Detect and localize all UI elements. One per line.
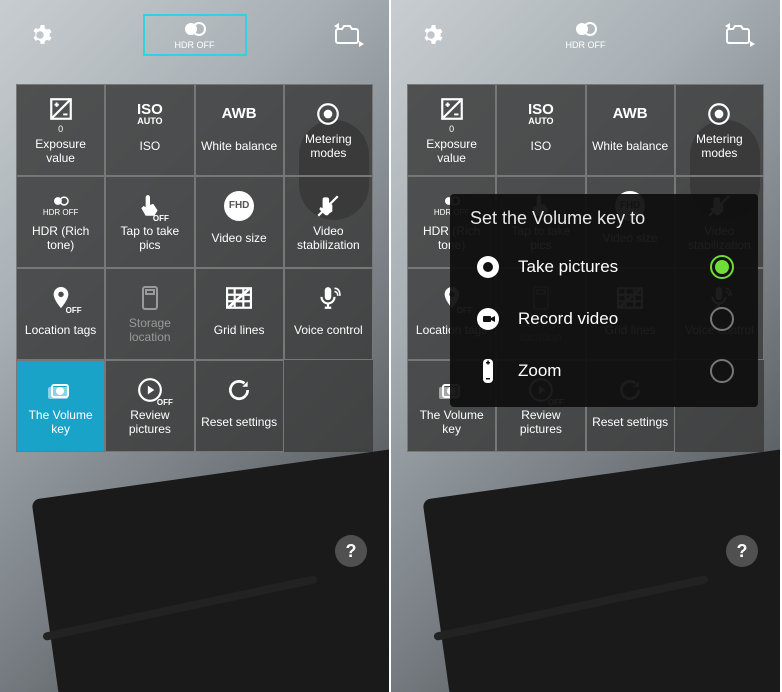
- iso-icon: ISO AUTO: [528, 99, 554, 129]
- awb-icon: AWB: [222, 99, 257, 129]
- awb-icon: AWB: [613, 99, 648, 129]
- voice-label: Voice control: [294, 317, 363, 345]
- storage-icon: [140, 283, 160, 313]
- review-icon: OFF: [137, 375, 163, 405]
- exposure-icon: [48, 94, 74, 124]
- volume-key-label: The Volume key: [412, 409, 491, 437]
- cell-grid-lines[interactable]: Grid lines: [195, 268, 284, 360]
- bg-laptop: [31, 447, 391, 692]
- bg-laptop: [422, 447, 782, 692]
- video-size-icon: FHD: [224, 191, 254, 221]
- zoom-icon: [474, 357, 502, 385]
- stabilization-icon: [314, 191, 342, 221]
- right-screenshot: HDR OFF 0 Exposure value ISO AUTO ISO AW…: [391, 0, 782, 692]
- settings-icon[interactable]: [411, 15, 451, 55]
- settings-grid: 0 Exposure value ISO AUTO ISO AWB White …: [16, 84, 373, 452]
- iso-label: ISO: [140, 133, 161, 161]
- hdr-toggle[interactable]: HDR OFF: [143, 14, 247, 56]
- cell-iso[interactable]: ISO AUTO ISO: [496, 84, 585, 176]
- iso-icon: ISO AUTO: [137, 99, 163, 129]
- hdr-label: HDR OFF: [566, 40, 606, 50]
- exposure-sub: 0: [449, 124, 454, 134]
- volume-key-icon: [46, 375, 76, 405]
- hdr-rich-icon: HDR OFF: [43, 191, 79, 221]
- cell-exposure-value[interactable]: 0 Exposure value: [16, 84, 105, 176]
- exposure-label: Exposure value: [21, 138, 100, 166]
- exposure-label: Exposure value: [412, 138, 491, 166]
- top-bar: HDR OFF: [391, 0, 780, 70]
- radio-unselected[interactable]: [710, 359, 734, 383]
- volume-key-dialog: Set the Volume key to Take pictures Reco…: [450, 194, 758, 407]
- metering-label: Metering modes: [680, 133, 759, 161]
- cell-video-size[interactable]: FHD Video size: [195, 176, 284, 268]
- review-label: Review pictures: [110, 409, 189, 437]
- option-zoom[interactable]: Zoom: [466, 345, 742, 397]
- hdr-rich-label: HDR (Rich tone): [21, 225, 100, 253]
- option-label: Zoom: [518, 361, 694, 381]
- left-screenshot: HDR OFF 0 Exposure value ISO AUTO ISO AW…: [0, 0, 391, 692]
- white-balance-label: White balance: [201, 133, 277, 161]
- switch-camera-icon[interactable]: [329, 15, 369, 55]
- cell-metering-modes[interactable]: Metering modes: [284, 84, 373, 176]
- radio-unselected[interactable]: [710, 307, 734, 331]
- cell-review-pictures[interactable]: OFF Review pictures: [105, 360, 194, 452]
- cell-location-tags[interactable]: OFF Location tags: [16, 268, 105, 360]
- hdr-toggle[interactable]: HDR OFF: [534, 14, 638, 56]
- cell-white-balance[interactable]: AWB White balance: [586, 84, 675, 176]
- help-button[interactable]: ?: [726, 535, 758, 567]
- cell-metering-modes[interactable]: Metering modes: [675, 84, 764, 176]
- iso-label: ISO: [531, 133, 552, 161]
- white-balance-label: White balance: [592, 133, 668, 161]
- reset-label: Reset settings: [201, 409, 277, 437]
- metering-icon: [315, 99, 341, 129]
- cell-voice-control[interactable]: Voice control: [284, 268, 373, 360]
- volume-key-label: The Volume key: [21, 409, 100, 437]
- tap-label: Tap to take pics: [110, 225, 189, 253]
- video-size-label: Video size: [212, 225, 267, 253]
- help-button[interactable]: ?: [335, 535, 367, 567]
- gridlines-icon: [226, 283, 252, 313]
- reset-icon: [226, 375, 252, 405]
- cell-volume-key[interactable]: The Volume key: [16, 360, 105, 452]
- option-take-pictures[interactable]: Take pictures: [466, 241, 742, 293]
- cell-white-balance[interactable]: AWB White balance: [195, 84, 284, 176]
- cell-tap-to-take-pics[interactable]: OFF Tap to take pics: [105, 176, 194, 268]
- gridlines-label: Grid lines: [214, 317, 265, 345]
- location-label: Location tags: [25, 317, 96, 345]
- cell-empty: [284, 360, 373, 452]
- cell-video-stabilization[interactable]: Video stabilization: [284, 176, 373, 268]
- hdr-icon: [572, 20, 600, 38]
- tap-icon: OFF: [137, 191, 163, 221]
- option-label: Take pictures: [518, 257, 694, 277]
- switch-camera-icon[interactable]: [720, 15, 760, 55]
- cell-exposure-value[interactable]: 0 Exposure value: [407, 84, 496, 176]
- radio-selected[interactable]: [710, 255, 734, 279]
- camera-icon: [474, 253, 502, 281]
- dialog-title: Set the Volume key to: [466, 208, 742, 229]
- exposure-icon: [439, 94, 465, 124]
- top-bar: HDR OFF: [0, 0, 389, 70]
- exposure-sub: 0: [58, 124, 63, 134]
- storage-label: Storage location: [110, 317, 189, 345]
- metering-label: Metering modes: [289, 133, 368, 161]
- video-icon: [474, 305, 502, 333]
- hdr-icon: [181, 20, 209, 38]
- settings-icon[interactable]: [20, 15, 60, 55]
- cell-storage-location: Storage location: [105, 268, 194, 360]
- cell-reset-settings[interactable]: Reset settings: [195, 360, 284, 452]
- hdr-label: HDR OFF: [175, 40, 215, 50]
- voice-icon: [315, 283, 341, 313]
- metering-icon: [706, 99, 732, 129]
- option-label: Record video: [518, 309, 694, 329]
- location-icon: OFF: [50, 283, 72, 313]
- review-label: Review pictures: [501, 409, 580, 437]
- option-record-video[interactable]: Record video: [466, 293, 742, 345]
- cell-hdr-rich-tone[interactable]: HDR OFF HDR (Rich tone): [16, 176, 105, 268]
- reset-label: Reset settings: [592, 409, 668, 437]
- stabilization-label: Video stabilization: [289, 225, 368, 253]
- cell-iso[interactable]: ISO AUTO ISO: [105, 84, 194, 176]
